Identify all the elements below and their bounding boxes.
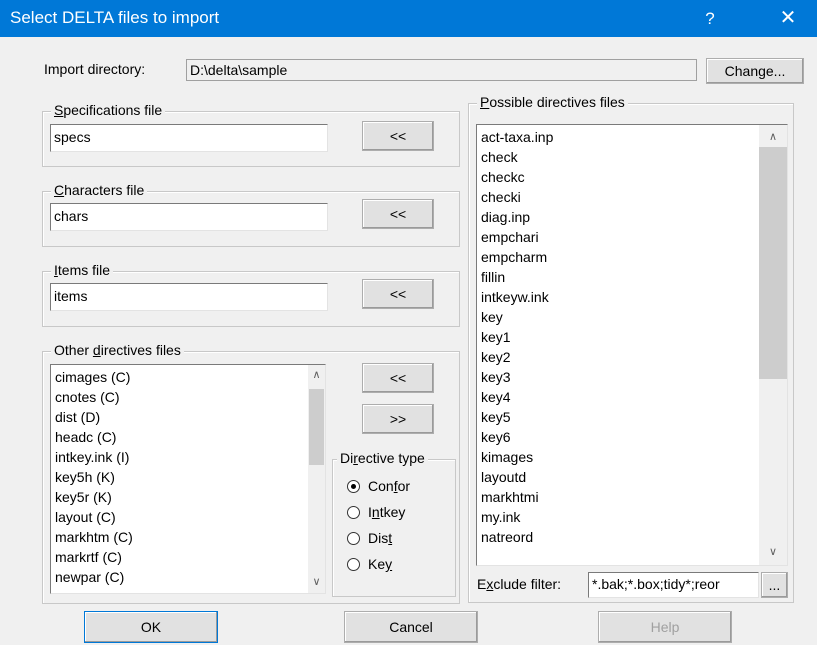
exclude-filter-browse-button[interactable]: ... (761, 572, 788, 598)
directive-type-option[interactable]: Key (347, 554, 392, 574)
characters-input[interactable]: chars (50, 203, 328, 231)
directive-type-group: Directive type Confor Intkey Dist Key (332, 450, 456, 597)
possible-directives-list[interactable]: act-taxa.inp check checkc checki diag.inp emp… (476, 124, 788, 566)
list-item[interactable]: intkey.ink (I) (55, 447, 133, 467)
list-item[interactable]: key2 (481, 347, 553, 367)
list-item[interactable]: empchari (481, 227, 553, 247)
specifications-legend: Specifications file (51, 102, 166, 118)
list-item[interactable]: key (481, 307, 553, 327)
list-item[interactable]: key5 (481, 407, 553, 427)
dialog-window: Select DELTA files to import ? ✕ Import … (0, 0, 817, 645)
scroll-thumb[interactable] (759, 147, 787, 379)
list-item[interactable]: my.ink (481, 507, 553, 527)
list-item[interactable]: act-taxa.inp (481, 127, 553, 147)
list-item[interactable]: key1 (481, 327, 553, 347)
close-icon[interactable]: ✕ (765, 0, 811, 37)
list-item[interactable]: check (481, 147, 553, 167)
list-item[interactable]: intkeyw.ink (481, 287, 553, 307)
radio-label: Key (368, 556, 393, 572)
radio-icon[interactable] (347, 505, 360, 519)
possible-directives-items: act-taxa.inp check checkc checki diag.inp emp… (481, 127, 553, 547)
help-icon[interactable]: ? (690, 0, 730, 37)
possible-directives-legend: Possible directives files (477, 94, 628, 110)
other-directives-add-button[interactable]: << (362, 363, 434, 393)
list-item[interactable]: layoutd (481, 467, 553, 487)
list-item[interactable]: markrtf (C) (55, 547, 133, 567)
other-directives-legend: Other directives files (51, 342, 184, 358)
list-item[interactable]: diag.inp (481, 207, 553, 227)
cancel-button[interactable]: Cancel (344, 611, 478, 643)
specifications-move-button[interactable]: << (362, 121, 434, 151)
import-directory-label: Import directory: (44, 61, 146, 77)
list-item[interactable]: dist (D) (55, 407, 133, 427)
directive-type-option[interactable]: Confor (347, 476, 410, 496)
list-item[interactable]: empcharm (481, 247, 553, 267)
list-item[interactable]: natreord (481, 527, 553, 547)
possible-directives-scrollbar[interactable]: ∧ ∨ (759, 125, 787, 565)
list-item[interactable]: kimages (481, 447, 553, 467)
help-button[interactable]: Help (598, 611, 732, 643)
change-button[interactable]: Change... (706, 58, 804, 84)
list-item[interactable]: cnotes (C) (55, 387, 133, 407)
items-input[interactable]: items (50, 283, 328, 311)
other-directives-list[interactable]: cimages (C) cnotes (C) dist (D) headc (C) in… (50, 364, 326, 594)
list-item[interactable]: checki (481, 187, 553, 207)
scroll-up-icon[interactable]: ∧ (759, 129, 787, 146)
list-item[interactable]: key4 (481, 387, 553, 407)
radio-label: Confor (368, 478, 411, 494)
specifications-input[interactable]: specs (50, 124, 328, 152)
scroll-up-icon[interactable]: ∧ (308, 367, 325, 384)
list-item[interactable]: key6 (481, 427, 553, 447)
radio-icon[interactable] (347, 479, 360, 493)
list-item[interactable]: cimages (C) (55, 367, 133, 387)
scroll-down-icon[interactable]: ∨ (308, 574, 325, 591)
radio-label: Dist (368, 530, 393, 546)
list-item[interactable]: key5h (K) (55, 467, 133, 487)
other-directives-items: cimages (C) cnotes (C) dist (D) headc (C) in… (55, 367, 133, 587)
directive-type-option[interactable]: Intkey (347, 502, 405, 522)
exclude-filter-input[interactable]: *.bak;*.box;tidy*;reor (588, 572, 759, 598)
import-directory-field: D:\delta\sample (186, 59, 697, 81)
scroll-thumb[interactable] (309, 389, 324, 465)
exclude-filter-label: Exclude filter: (477, 576, 562, 592)
other-directives-remove-button[interactable]: >> (362, 404, 434, 434)
items-move-button[interactable]: << (362, 279, 434, 309)
radio-icon[interactable] (347, 557, 360, 571)
other-directives-scrollbar[interactable]: ∧ ∨ (308, 365, 325, 593)
ok-button[interactable]: OK (84, 611, 218, 643)
directive-type-legend: Directive type (337, 450, 428, 466)
characters-legend: Characters file (51, 182, 148, 198)
list-item[interactable]: markhtm (C) (55, 527, 133, 547)
list-item[interactable]: key3 (481, 367, 553, 387)
radio-icon[interactable] (347, 531, 360, 545)
window-title: Select DELTA files to import (10, 8, 220, 27)
directive-type-option[interactable]: Dist (347, 528, 392, 548)
title-bar[interactable]: Select DELTA files to import ? ✕ (0, 0, 817, 37)
list-item[interactable]: headc (C) (55, 427, 133, 447)
list-item[interactable]: key5r (K) (55, 487, 133, 507)
items-legend: Items file (51, 262, 114, 278)
list-item[interactable]: fillin (481, 267, 553, 287)
list-item[interactable]: checkc (481, 167, 553, 187)
radio-label: Intkey (368, 504, 406, 520)
list-item[interactable]: newpar (C) (55, 567, 133, 587)
scroll-down-icon[interactable]: ∨ (759, 544, 787, 561)
characters-move-button[interactable]: << (362, 199, 434, 229)
list-item[interactable]: layout (C) (55, 507, 133, 527)
list-item[interactable]: markhtmi (481, 487, 553, 507)
